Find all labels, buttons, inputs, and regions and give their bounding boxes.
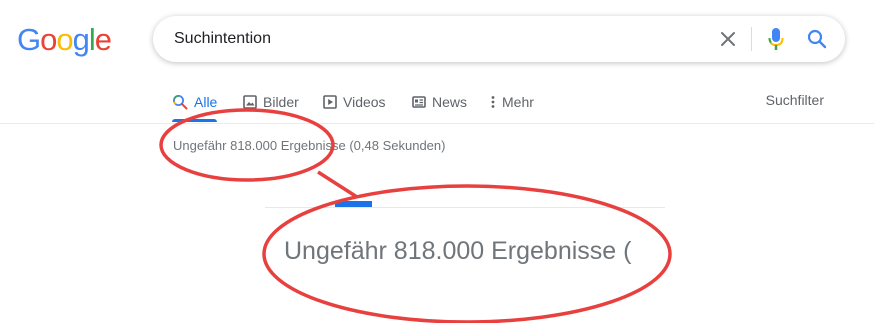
tab-news[interactable]: News: [412, 92, 467, 112]
logo-letter: g: [72, 22, 90, 57]
search-box: [153, 16, 845, 62]
tab-label: Mehr: [502, 94, 534, 110]
tab-all[interactable]: Alle: [172, 92, 217, 112]
zoomed-result-stats: Ungefähr 818.000 Ergebnisse (: [284, 237, 632, 265]
logo-letter: e: [94, 22, 112, 57]
logo-letter: o: [40, 22, 57, 57]
tab-images[interactable]: Bilder: [243, 92, 299, 112]
search-icon: [807, 29, 827, 49]
tab-label: Alle: [194, 94, 218, 110]
logo-letter: o: [56, 22, 73, 57]
tab-videos[interactable]: Videos: [323, 92, 386, 112]
clear-search-button[interactable]: [713, 16, 743, 62]
tab-more[interactable]: Mehr: [490, 92, 534, 112]
play-icon: [323, 95, 337, 109]
zoomed-divider: [265, 207, 665, 208]
close-icon: [721, 32, 735, 46]
google-logo[interactable]: Google: [17, 22, 112, 57]
microphone-icon: [768, 28, 784, 50]
search-submit-button[interactable]: [801, 16, 833, 62]
image-icon: [243, 95, 257, 109]
news-icon: [412, 96, 426, 108]
tabs-divider: [0, 123, 874, 124]
search-icon: [173, 95, 188, 110]
logo-letter: G: [17, 22, 41, 57]
voice-search-button[interactable]: [761, 16, 791, 62]
tab-label: News: [432, 94, 468, 110]
search-tools-button[interactable]: Suchfilter: [766, 92, 824, 108]
active-tab-indicator: [172, 119, 217, 122]
search-input[interactable]: [174, 16, 694, 62]
tab-label: Bilder: [263, 94, 299, 110]
more-vert-icon: [491, 96, 495, 108]
tab-label: Videos: [343, 94, 386, 110]
zoomed-detail: Ungefähr 818.000 Ergebnisse (: [265, 185, 670, 323]
searchbox-divider: [751, 27, 752, 51]
search-tabs: Alle Bilder Videos News Mehr Suchfilter: [0, 86, 874, 124]
result-stats: Ungefähr 818.000 Ergebnisse (0,48 Sekund…: [173, 138, 446, 153]
